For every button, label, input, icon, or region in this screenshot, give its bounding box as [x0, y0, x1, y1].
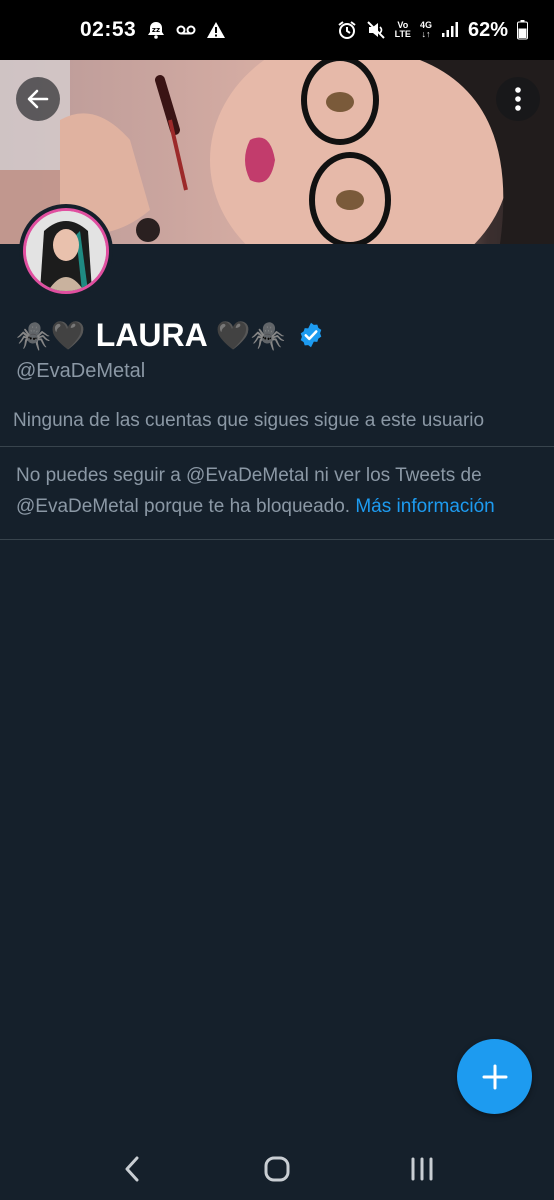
- avatar-photo: [26, 211, 106, 291]
- username-handle: @EvaDeMetal: [16, 360, 146, 382]
- snooze-bell-icon: zz: [146, 21, 166, 39]
- volte-icon: Vo LTE: [395, 21, 411, 39]
- compose-tweet-button[interactable]: [457, 1039, 532, 1114]
- arrow-left-icon: [27, 89, 49, 109]
- followers-you-know-note: Ninguna de las cuentas que sigues sigue …: [13, 410, 485, 431]
- plus-icon: [482, 1064, 507, 1089]
- volte-line2: LTE: [394, 29, 411, 39]
- more-info-link[interactable]: Más información: [355, 496, 494, 517]
- name-emoji-right: 🖤🕷️: [215, 319, 286, 351]
- name-emoji-left: 🕷️🖤: [16, 319, 86, 351]
- avatar[interactable]: [19, 204, 113, 298]
- svg-text:zz: zz: [152, 26, 160, 34]
- battery-icon: [517, 20, 528, 40]
- back-button[interactable]: [16, 77, 60, 121]
- back-nav-icon: [125, 1156, 139, 1182]
- signal-icon: [441, 22, 459, 38]
- divider-bottom: [0, 539, 554, 540]
- status-time: 02:53: [80, 18, 137, 41]
- warning-icon: [206, 21, 226, 39]
- nav-home-button[interactable]: [247, 1144, 307, 1194]
- verified-badge-icon[interactable]: [297, 321, 325, 349]
- avatar-image: [23, 208, 109, 294]
- status-bar-left: 02:53 zz: [80, 18, 226, 42]
- status-bar-right: Vo LTE 4G ↓↑ 62%: [337, 19, 528, 42]
- home-nav-icon: [264, 1156, 290, 1182]
- more-vertical-icon: [515, 87, 521, 111]
- alarm-icon: [337, 20, 357, 40]
- battery-percent: 62%: [467, 18, 508, 41]
- nav-back-button[interactable]: [102, 1144, 162, 1194]
- status-bar: 02:53 zz Vo LTE 4G ↓↑ 62%: [0, 0, 554, 60]
- voicemail-icon: [176, 24, 196, 36]
- data-arrows: ↓↑: [421, 29, 431, 39]
- blocked-message: No puedes seguir a @EvaDeMetal ni ver lo…: [16, 460, 546, 522]
- more-options-button[interactable]: [496, 77, 540, 121]
- 4g-icon: 4G ↓↑: [420, 21, 432, 39]
- nav-recents-button[interactable]: [392, 1144, 452, 1194]
- system-nav-bar: [0, 1138, 554, 1200]
- display-name-row: 🕷️🖤 LAURA 🖤🕷️: [16, 312, 325, 358]
- divider-top: [0, 446, 554, 447]
- display-name: LAURA: [95, 316, 208, 353]
- mute-icon: [366, 20, 386, 40]
- recents-nav-icon: [411, 1157, 433, 1181]
